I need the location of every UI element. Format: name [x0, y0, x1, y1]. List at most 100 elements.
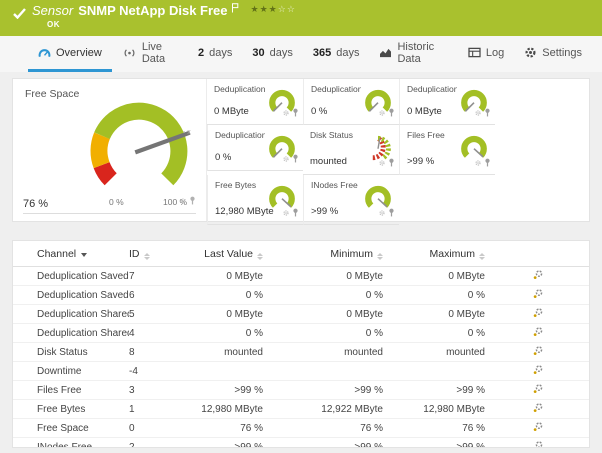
- pin-icon[interactable]: [292, 104, 299, 122]
- channel-row[interactable]: Deduplication Shared S... 5 0 MByte 0 MB…: [13, 305, 590, 324]
- last-value-cell: 0 %: [177, 286, 263, 305]
- tab-30-days[interactable]: 30 days: [242, 36, 303, 72]
- pin-icon[interactable]: [388, 154, 395, 172]
- minimum-cell: [263, 362, 383, 381]
- tab-365-days[interactable]: 365 days: [303, 36, 370, 72]
- tab-label: Live Data: [142, 41, 178, 65]
- log-table-icon: [468, 47, 481, 58]
- mini-gauge-title: Deduplication Saved S...: [214, 84, 265, 94]
- channel-row[interactable]: Free Space 0 76 % 76 % 76 %: [13, 419, 590, 438]
- gear-icon[interactable]: [179, 192, 187, 210]
- minimum-cell: 76 %: [263, 419, 383, 438]
- pin-icon[interactable]: [189, 192, 196, 210]
- maximum-cell: [383, 362, 485, 381]
- channel-name-cell: Deduplication Shared S...: [13, 324, 129, 343]
- channel-settings-icon[interactable]: [532, 364, 544, 379]
- channel-settings-icon[interactable]: [532, 421, 544, 436]
- channel-settings-icon[interactable]: [532, 269, 544, 284]
- flag-icon[interactable]: [231, 1, 239, 17]
- mini-gauge-cell[interactable]: INodes Free >99 %: [303, 175, 399, 225]
- pin-icon[interactable]: [292, 150, 299, 168]
- overview-content: Free Space - x 0 % 100 % 76 % Deduplicat…: [0, 72, 602, 448]
- channel-row[interactable]: INodes Free 2 >99 % >99 % >99 %: [13, 438, 590, 449]
- channel-id-cell: 3: [129, 381, 177, 400]
- mini-gauge-cell[interactable]: Free Bytes 12,980 MByte: [207, 175, 303, 225]
- maximum-cell: >99 %: [383, 438, 485, 449]
- column-header-maximum[interactable]: Maximum: [383, 241, 485, 267]
- pin-icon[interactable]: [388, 104, 395, 122]
- tab-live-data[interactable]: Live Data: [112, 36, 188, 72]
- sensor-kind-label: Sensor: [32, 3, 73, 19]
- maximum-cell: 0 %: [383, 324, 485, 343]
- channel-table-panel: ChannelIDLast ValueMinimumMaximum Dedupl…: [12, 240, 590, 448]
- ok-check-icon: [13, 6, 26, 24]
- gear-icon[interactable]: [474, 104, 482, 122]
- tab-label: Settings: [542, 47, 582, 59]
- mini-gauge-cell[interactable]: Deduplication Saved S... 0 MByte: [207, 79, 303, 125]
- channel-settings-icon[interactable]: [532, 383, 544, 398]
- pin-icon[interactable]: [484, 154, 491, 172]
- channel-row[interactable]: Disk Status 8 mounted mounted mounted: [13, 343, 590, 362]
- channel-row[interactable]: Deduplication Saved Sp... 6 0 % 0 % 0 %: [13, 286, 590, 305]
- prtg-sensor-page: Sensor SNMP NetApp Disk Free ★★★☆☆ OK Ov…: [0, 0, 602, 453]
- channel-name-cell: Deduplication Shared S...: [13, 305, 129, 324]
- channel-row[interactable]: Downtime -4: [13, 362, 590, 381]
- tab-settings[interactable]: Settings: [514, 36, 592, 72]
- needle-tip-marker: - x: [183, 129, 191, 136]
- sensor-status-badge: OK: [47, 20, 296, 29]
- gear-icon[interactable]: [378, 204, 386, 222]
- sensor-title-block: Sensor SNMP NetApp Disk Free ★★★☆☆ OK: [32, 0, 296, 29]
- mini-gauge-value: >99 %: [407, 156, 434, 167]
- mini-gauge-cell[interactable]: Deduplication Saved S... 0 %: [303, 79, 399, 125]
- last-value-cell: >99 %: [177, 381, 263, 400]
- free-space-gauge-cell[interactable]: Free Space - x 0 % 100 % 76 %: [13, 79, 207, 221]
- channel-settings-icon[interactable]: [532, 440, 544, 449]
- mini-gauge-value: 12,980 MByte: [215, 206, 274, 217]
- channel-row[interactable]: Free Bytes 1 12,980 MByte 12,922 MByte 1…: [13, 400, 590, 419]
- channel-row[interactable]: Deduplication Saved Sp... 7 0 MByte 0 MB…: [13, 267, 590, 286]
- channel-settings-icon[interactable]: [532, 326, 544, 341]
- tab-historic-data[interactable]: Historic Data: [369, 36, 457, 72]
- channel-id-cell: 8: [129, 343, 177, 362]
- channel-name-cell: Free Bytes: [13, 400, 129, 419]
- channel-id-cell: 4: [129, 324, 177, 343]
- channel-settings-icon[interactable]: [532, 402, 544, 417]
- channel-settings-icon[interactable]: [532, 288, 544, 303]
- tab-log[interactable]: Log: [458, 36, 514, 72]
- priority-stars[interactable]: ★★★☆☆: [251, 2, 296, 18]
- gear-icon[interactable]: [282, 150, 290, 168]
- channel-settings-icon[interactable]: [532, 345, 544, 360]
- mini-gauge-cell[interactable]: Deduplication Shared ... 0 MByte: [399, 79, 495, 125]
- gear-icon[interactable]: [378, 154, 386, 172]
- last-value-cell: mounted: [177, 343, 263, 362]
- tab-label: Overview: [56, 47, 102, 59]
- column-header-last-value[interactable]: Last Value: [177, 241, 263, 267]
- gear-icon[interactable]: [282, 104, 290, 122]
- gear-icon[interactable]: [282, 204, 290, 222]
- maximum-cell: 76 %: [383, 419, 485, 438]
- tab-label: days: [270, 47, 293, 59]
- channel-name-cell: Files Free: [13, 381, 129, 400]
- pin-icon[interactable]: [388, 204, 395, 222]
- gear-icon[interactable]: [474, 154, 482, 172]
- channel-id-cell: 6: [129, 286, 177, 305]
- channel-row[interactable]: Files Free 3 >99 % >99 % >99 %: [13, 381, 590, 400]
- mini-gauge-cell[interactable]: Files Free >99 %: [399, 125, 495, 175]
- mini-status-cell[interactable]: Disk Status mounted: [303, 125, 399, 175]
- gear-icon[interactable]: [378, 104, 386, 122]
- tab-2-days[interactable]: 2 days: [188, 36, 242, 72]
- tab-number: 30: [252, 47, 264, 59]
- channel-row[interactable]: Deduplication Shared S... 4 0 % 0 % 0 %: [13, 324, 590, 343]
- column-header-channel[interactable]: Channel: [13, 241, 129, 267]
- pin-icon[interactable]: [292, 204, 299, 222]
- channel-id-cell: -4: [129, 362, 177, 381]
- column-header-minimum[interactable]: Minimum: [263, 241, 383, 267]
- mini-gauge-cell[interactable]: Deduplication Shared ... 0 %: [207, 125, 303, 171]
- column-header-id[interactable]: ID: [129, 241, 177, 267]
- minimum-cell: >99 %: [263, 438, 383, 449]
- channel-settings-icon[interactable]: [532, 307, 544, 322]
- main-gauge-title: Free Space: [25, 88, 79, 100]
- sort-icon: [257, 253, 263, 260]
- tab-overview[interactable]: Overview: [28, 36, 112, 72]
- pin-icon[interactable]: [484, 104, 491, 122]
